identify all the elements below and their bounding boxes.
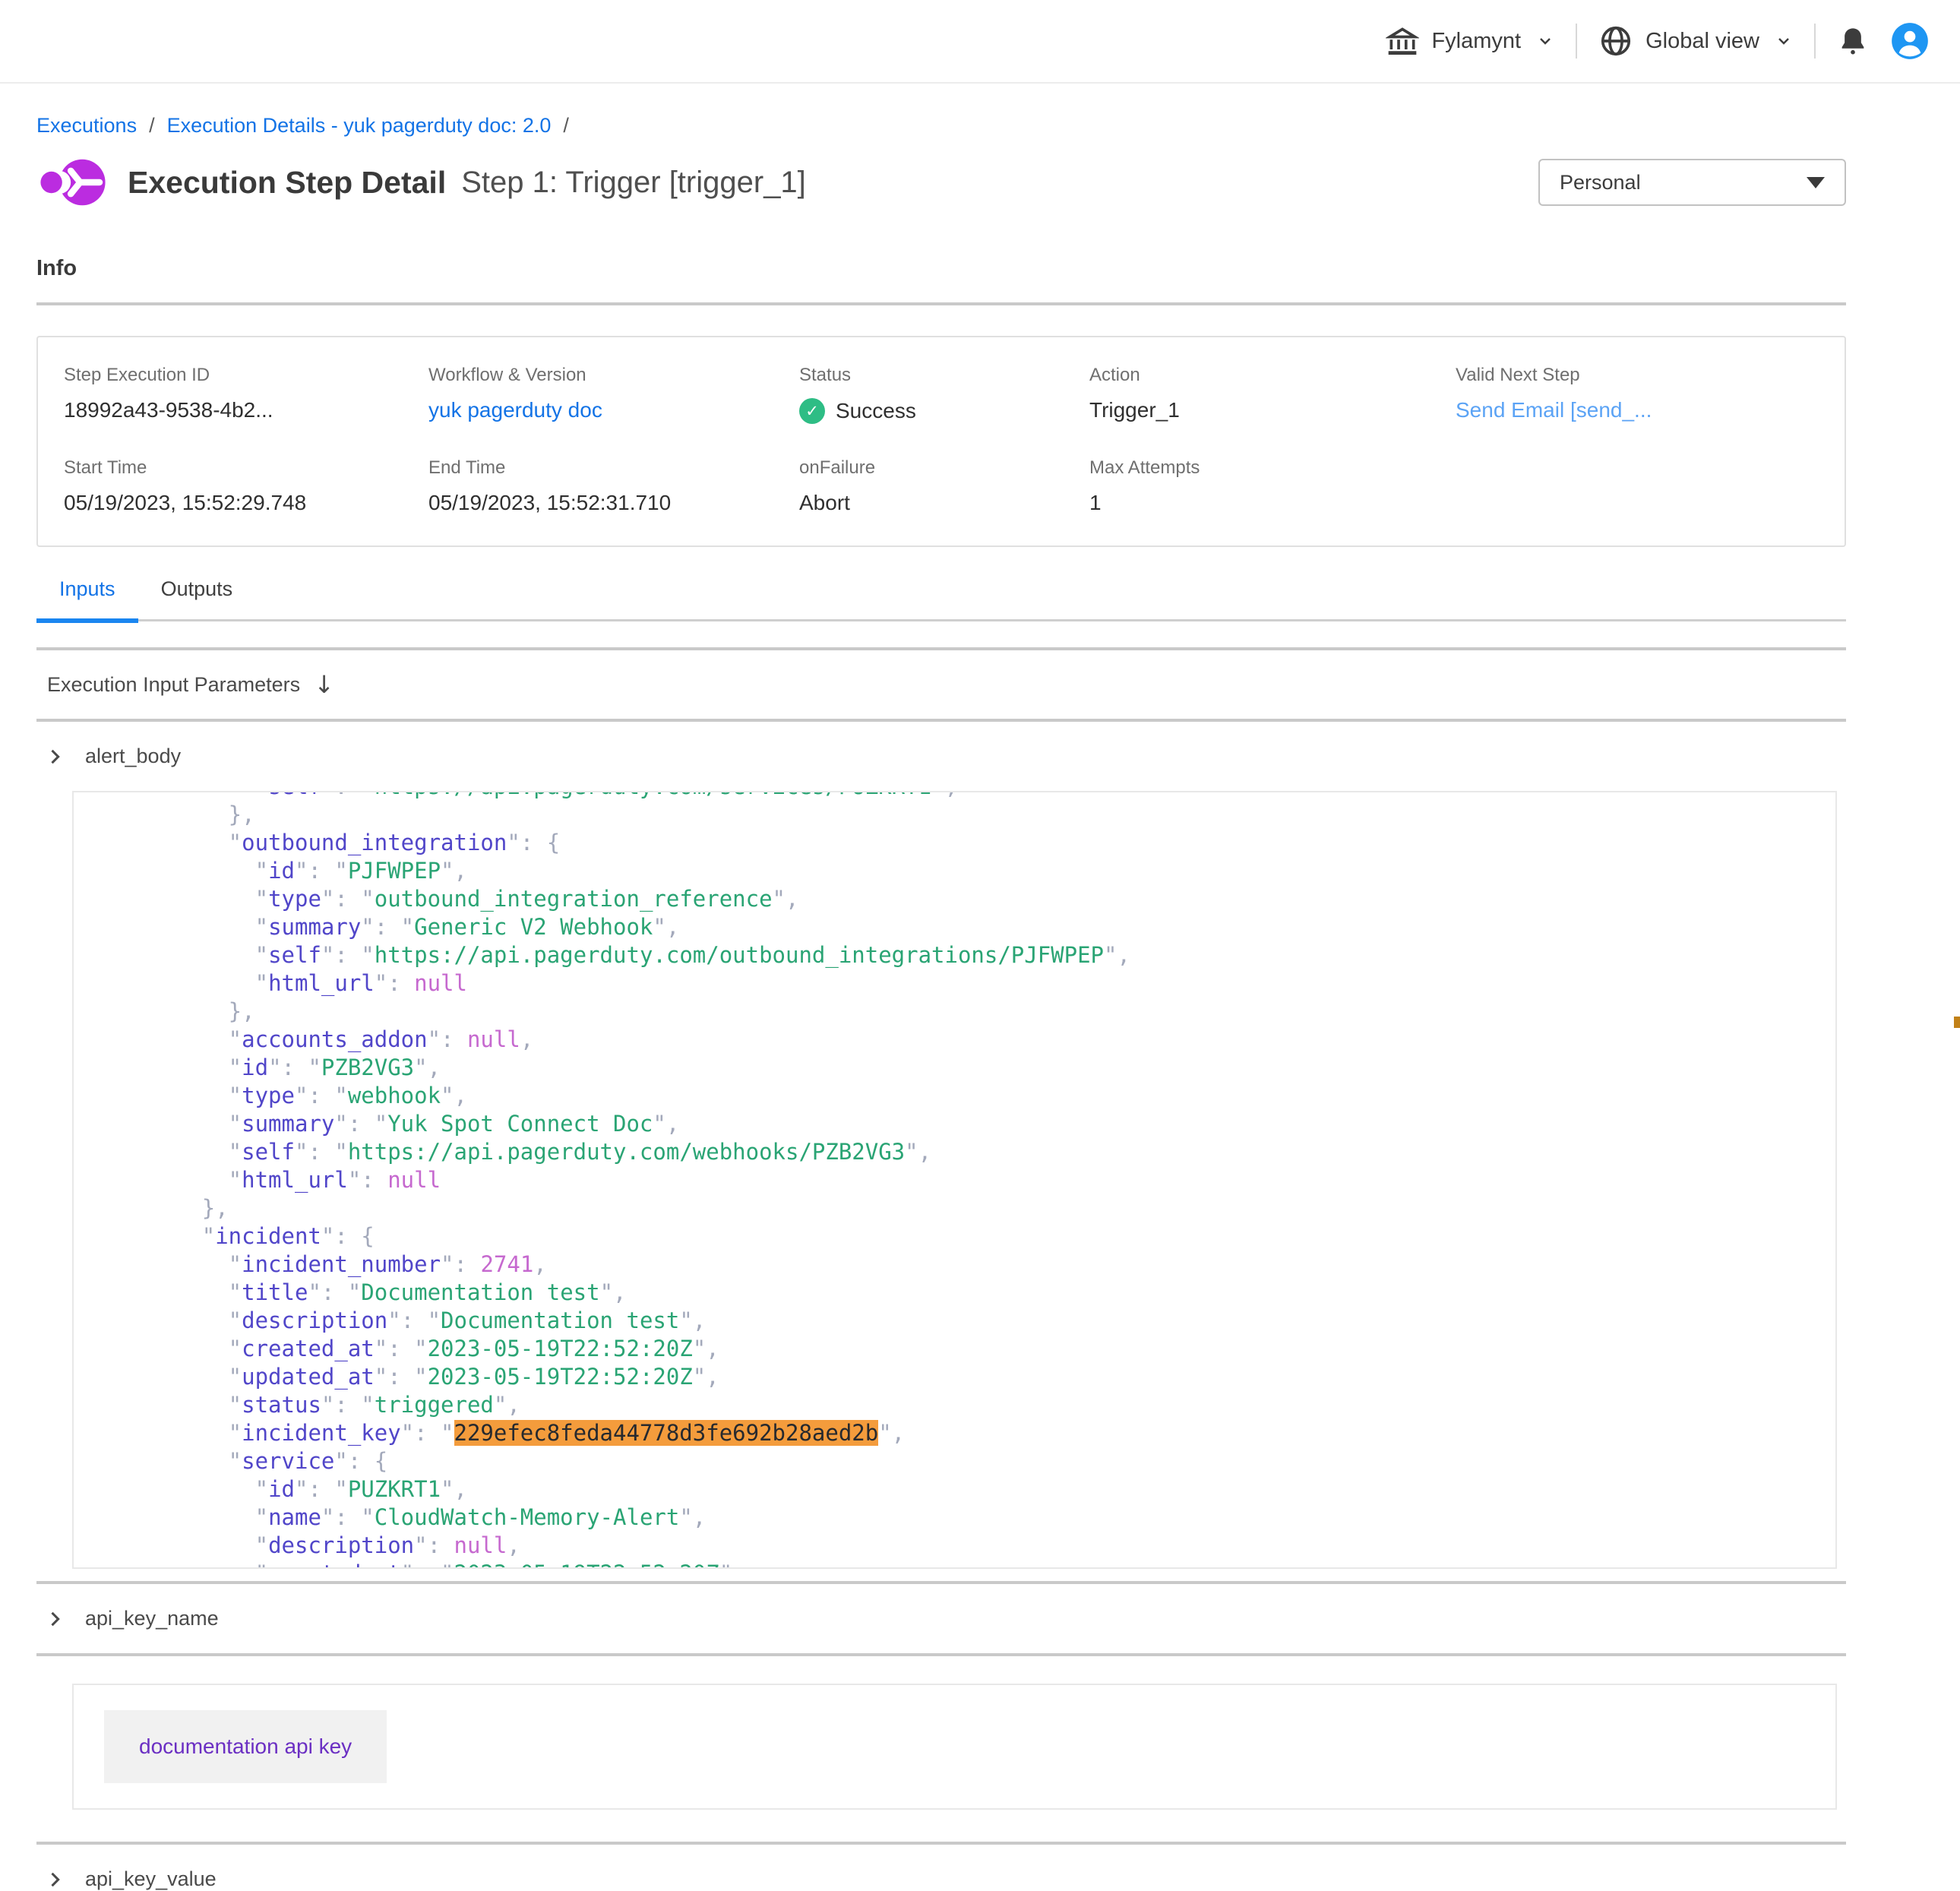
page-title: Execution Step Detail	[128, 165, 446, 201]
scrollbar-highlight-marker	[1954, 1017, 1960, 1028]
field-label: Step Execution ID	[64, 365, 428, 386]
bell-icon	[1837, 24, 1869, 58]
org-switcher[interactable]: Fylamynt	[1386, 24, 1554, 58]
field-action: Action Trigger_1	[1089, 365, 1456, 424]
alert-body-label: alert_body	[85, 745, 181, 768]
field-valid-next-step: Valid Next Step Send Email [send_...	[1456, 365, 1845, 424]
avatar	[1890, 21, 1930, 61]
field-empty	[1456, 457, 1845, 515]
breadcrumb-execution-details[interactable]: Execution Details - yuk pagerduty doc: 2…	[167, 114, 552, 138]
field-value: 18992a43-9538-4b2...	[64, 398, 428, 422]
divider	[36, 1653, 1846, 1656]
breadcrumb: Executions / Execution Details - yuk pag…	[36, 114, 1846, 138]
detail-tabs: Inputs Outputs	[36, 577, 1846, 621]
tab-inputs[interactable]: Inputs	[36, 577, 138, 619]
field-label: Action	[1089, 365, 1456, 386]
alert-body-expander[interactable]: alert_body	[36, 722, 1846, 791]
chevron-right-icon	[44, 746, 65, 767]
view-switcher[interactable]: Global view	[1598, 24, 1793, 59]
tab-outputs[interactable]: Outputs	[138, 577, 256, 619]
field-label: Workflow & Version	[428, 365, 799, 386]
field-max-attempts: Max Attempts 1	[1089, 457, 1456, 515]
field-onfailure: onFailure Abort	[799, 457, 1089, 515]
field-value: Trigger_1	[1089, 398, 1456, 422]
page-header: Execution Step Detail Step 1: Trigger [t…	[36, 156, 1846, 209]
field-value: 05/19/2023, 15:52:31.710	[428, 491, 799, 515]
api-key-name-chip[interactable]: documentation api key	[104, 1710, 387, 1783]
field-label: Valid Next Step	[1456, 365, 1845, 386]
breadcrumb-separator: /	[563, 114, 569, 138]
scope-selected-value: Personal	[1560, 171, 1641, 194]
chevron-right-icon	[44, 1608, 65, 1630]
top-bar: Fylamynt Global view	[0, 0, 1960, 84]
field-status: Status ✓ Success	[799, 365, 1089, 424]
divider	[36, 302, 1846, 305]
caret-down-icon	[1807, 177, 1825, 188]
info-card: Step Execution ID 18992a43-9538-4b2... W…	[36, 336, 1846, 547]
api-key-value-expander[interactable]: api_key_value	[36, 1845, 1846, 1891]
org-label: Fylamynt	[1431, 29, 1521, 54]
json-code: "self": "https://api.pagerduty.com/servi…	[74, 791, 1835, 1569]
field-value: Abort	[799, 491, 1089, 515]
scope-selector[interactable]: Personal	[1538, 159, 1846, 206]
topbar-divider	[1576, 24, 1577, 59]
info-heading: Info	[36, 256, 1846, 281]
api-key-name-panel: documentation api key	[72, 1684, 1837, 1810]
params-header-label: Execution Input Parameters	[47, 673, 300, 697]
breadcrumb-executions[interactable]: Executions	[36, 114, 137, 138]
chevron-right-icon	[44, 1869, 65, 1890]
field-start-time: Start Time 05/19/2023, 15:52:29.748	[64, 457, 428, 515]
field-label: End Time	[428, 457, 799, 479]
execution-input-parameters-header: Execution Input Parameters ↓	[36, 650, 1846, 719]
breadcrumb-separator: /	[149, 114, 155, 138]
status-text: Success	[836, 399, 916, 423]
workflow-link[interactable]: yuk pagerduty doc	[428, 398, 799, 422]
user-menu[interactable]	[1890, 21, 1930, 61]
field-label: Max Attempts	[1089, 457, 1456, 479]
download-arrow-icon[interactable]: ↓	[314, 670, 334, 699]
field-label: Status	[799, 365, 1089, 386]
topbar-divider	[1814, 24, 1816, 59]
success-check-icon: ✓	[799, 398, 825, 424]
field-workflow-version: Workflow & Version yuk pagerduty doc	[428, 365, 799, 424]
page-subtitle: Step 1: Trigger [trigger_1]	[461, 166, 806, 200]
organization-icon	[1386, 24, 1419, 58]
field-label: Start Time	[64, 457, 428, 479]
api-key-name-label: api_key_name	[85, 1607, 219, 1630]
alert-body-json-viewer[interactable]: "self": "https://api.pagerduty.com/servi…	[72, 791, 1837, 1569]
api-key-value-label: api_key_value	[85, 1867, 217, 1891]
field-value: 05/19/2023, 15:52:29.748	[64, 491, 428, 515]
workflow-step-icon	[36, 156, 109, 209]
globe-icon	[1598, 24, 1633, 59]
field-end-time: End Time 05/19/2023, 15:52:31.710	[428, 457, 799, 515]
field-value: 1	[1089, 491, 1456, 515]
notifications-button[interactable]	[1837, 24, 1869, 58]
field-step-execution-id: Step Execution ID 18992a43-9538-4b2...	[64, 365, 428, 424]
next-step-link[interactable]: Send Email [send_...	[1456, 398, 1845, 422]
chevron-down-icon	[1536, 32, 1554, 50]
api-key-name-expander[interactable]: api_key_name	[36, 1584, 1846, 1653]
chevron-down-icon	[1775, 32, 1793, 50]
view-label: Global view	[1645, 29, 1759, 54]
field-label: onFailure	[799, 457, 1089, 479]
